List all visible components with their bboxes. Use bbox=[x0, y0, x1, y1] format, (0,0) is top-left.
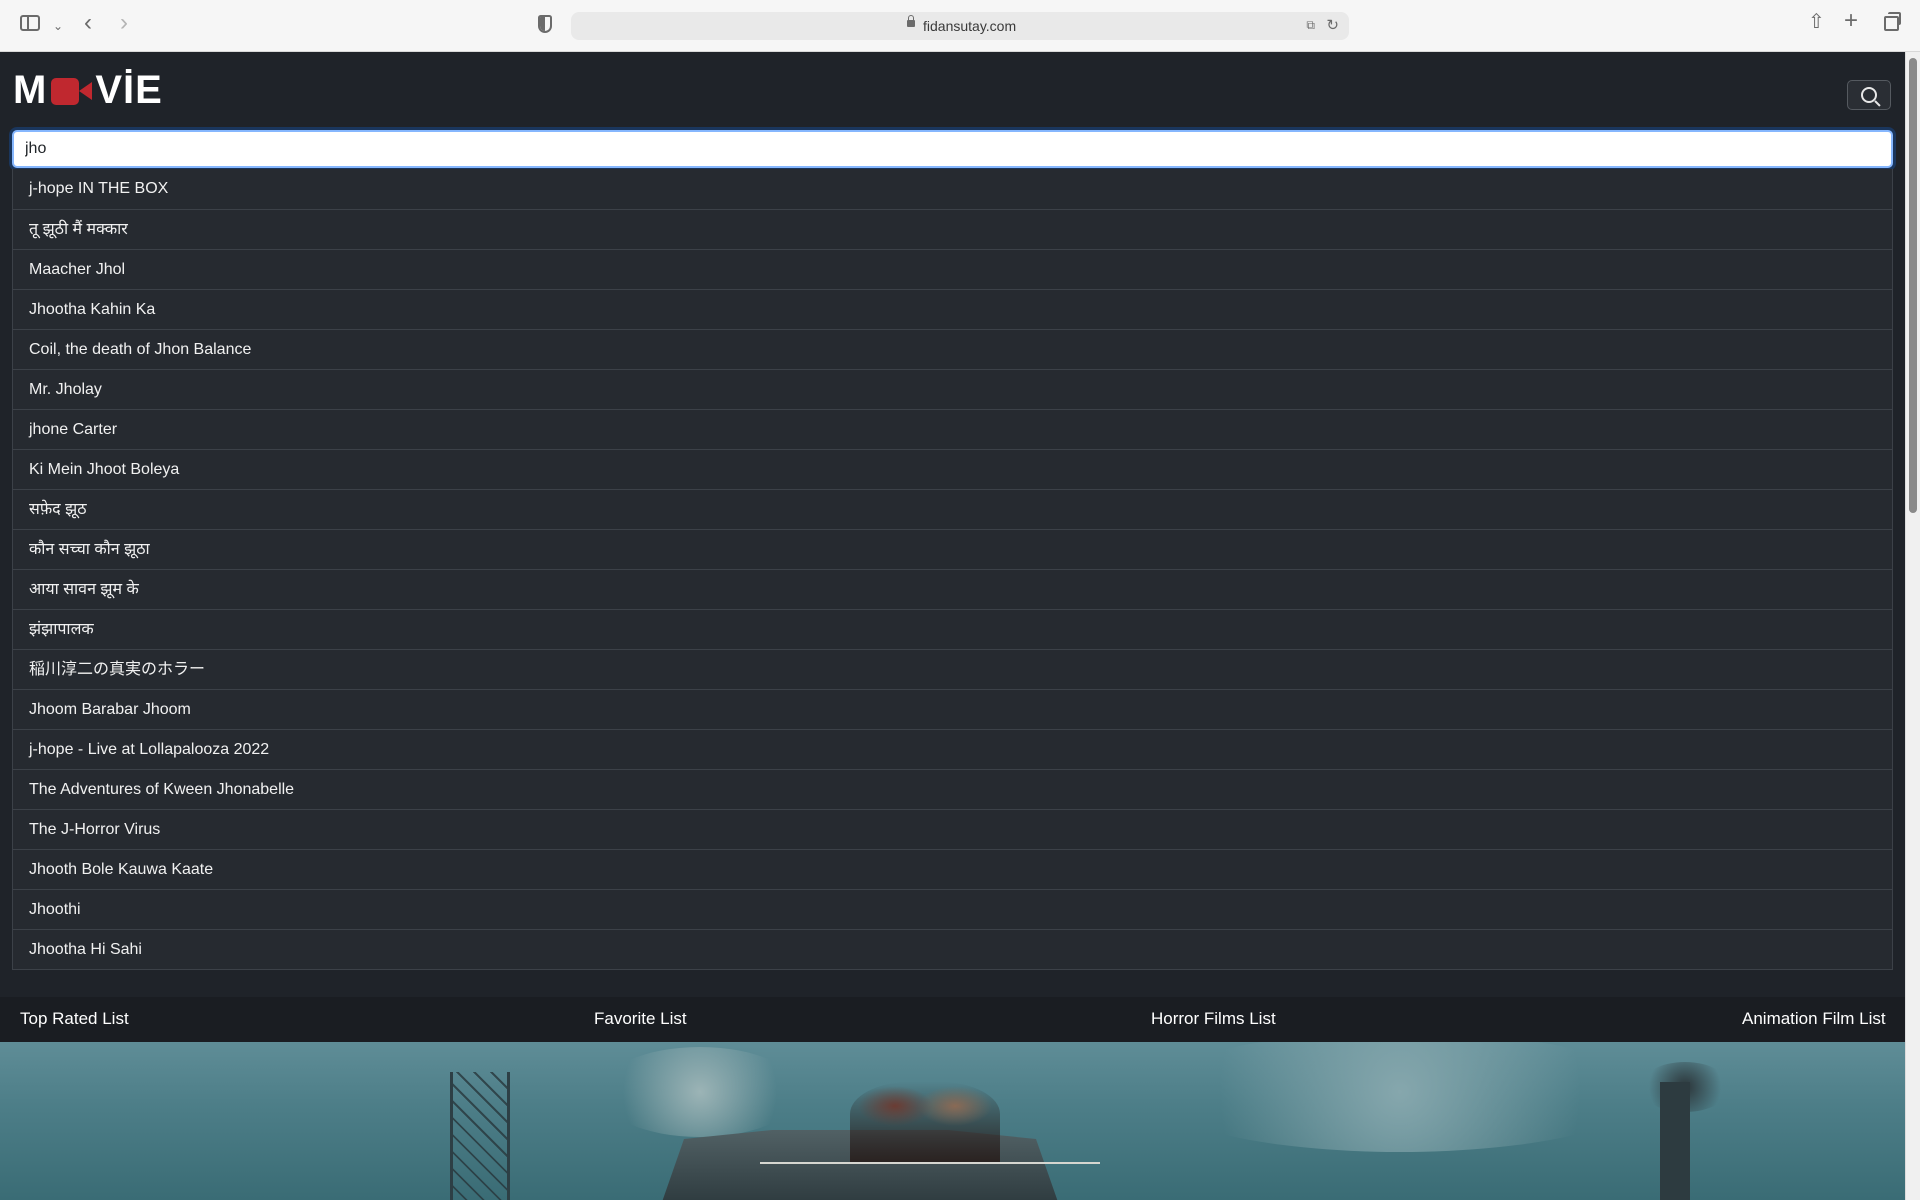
forward-arrow-icon[interactable]: › bbox=[120, 11, 128, 35]
search-result-item[interactable]: j-hope - Live at Lollapalooza 2022 bbox=[13, 729, 1892, 769]
search-input[interactable] bbox=[12, 130, 1893, 168]
search-result-item[interactable]: Jhootha Hi Sahi bbox=[13, 929, 1892, 969]
share-icon[interactable]: ⇧ bbox=[1808, 12, 1825, 32]
hero-banner-image[interactable] bbox=[0, 1042, 1905, 1200]
search-result-item[interactable]: The Adventures of Kween Jhonabelle bbox=[13, 769, 1892, 809]
reload-icon[interactable]: ↻ bbox=[1326, 16, 1339, 34]
search-result-item[interactable]: j-hope IN THE BOX bbox=[13, 169, 1892, 209]
search-result-item[interactable]: Jhoom Barabar Jhoom bbox=[13, 689, 1892, 729]
search-result-item[interactable]: Jhootha Kahin Ka bbox=[13, 289, 1892, 329]
address-url: fidansutay.com bbox=[923, 18, 1017, 34]
search-result-item[interactable]: Maacher Jhol bbox=[13, 249, 1892, 289]
nav-horror-films-list[interactable]: Horror Films List bbox=[1151, 1009, 1276, 1029]
search-result-item[interactable]: jhone Carter bbox=[13, 409, 1892, 449]
search-result-item[interactable]: Mr. Jholay bbox=[13, 369, 1892, 409]
site-logo[interactable]: M VİE bbox=[13, 67, 163, 112]
lists-nav: Top Rated List Favorite List Horror Film… bbox=[0, 997, 1905, 1042]
search-result-item[interactable]: Coil, the death of Jhon Balance bbox=[13, 329, 1892, 369]
search-result-item[interactable]: Ki Mein Jhoot Boleya bbox=[13, 449, 1892, 489]
address-bar[interactable]: fidansutay.com ⧉ ↻ bbox=[571, 12, 1349, 40]
back-arrow-icon[interactable]: ‹ bbox=[84, 11, 92, 35]
page-scrollbar[interactable] bbox=[1905, 52, 1920, 1200]
search-result-item[interactable]: Jhoothi bbox=[13, 889, 1892, 929]
nav-top-rated-list[interactable]: Top Rated List bbox=[20, 1009, 129, 1029]
search-button[interactable] bbox=[1847, 80, 1891, 110]
search-result-item[interactable]: झंझापालक bbox=[13, 609, 1892, 649]
chevron-down-icon[interactable]: ⌄ bbox=[53, 16, 63, 36]
search-result-item[interactable]: कौन सच्चा कौन झूठा bbox=[13, 529, 1892, 569]
oil-rig-tower bbox=[450, 1072, 510, 1200]
search-result-item[interactable]: सफ़ेद झूठ bbox=[13, 489, 1892, 529]
tab-overview-icon[interactable] bbox=[1884, 12, 1901, 31]
sidebar-toggle-icon[interactable] bbox=[20, 15, 40, 31]
nav-animation-film-list[interactable]: Animation Film List bbox=[1742, 1009, 1886, 1029]
logo-text-right: VİE bbox=[95, 67, 163, 112]
nav-favorite-list[interactable]: Favorite List bbox=[594, 1009, 687, 1029]
lock-icon bbox=[907, 15, 915, 27]
privacy-shield-icon[interactable] bbox=[538, 15, 552, 33]
scrollbar-thumb[interactable] bbox=[1909, 58, 1917, 513]
search-result-item[interactable]: The J-Horror Virus bbox=[13, 809, 1892, 849]
search-result-item[interactable]: 稲川淳二の真実のホラー bbox=[13, 649, 1892, 689]
camera-icon bbox=[49, 74, 93, 106]
search-result-item[interactable]: आया सावन झूम के bbox=[13, 569, 1892, 609]
search-result-item[interactable]: Jhooth Bole Kauwa Kaate bbox=[13, 849, 1892, 889]
search-results-list: j-hope IN THE BOX तू झूठी मैं मक्कार Maach… bbox=[12, 169, 1893, 970]
logo-text-left: M bbox=[13, 67, 48, 112]
browser-toolbar: ⌄ ‹ › fidansutay.com ⧉ ↻ ⇧ + bbox=[0, 0, 1920, 52]
search-result-item[interactable]: तू झूठी मैं मक्कार bbox=[13, 209, 1892, 249]
new-tab-icon[interactable]: + bbox=[1844, 9, 1858, 33]
translate-icon[interactable]: ⧉ bbox=[1306, 18, 1315, 33]
site-header: M VİE bbox=[0, 52, 1905, 130]
